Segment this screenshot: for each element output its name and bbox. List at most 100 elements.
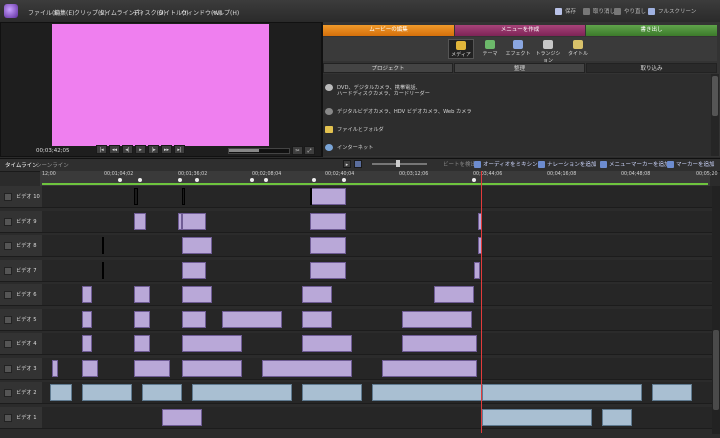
tab-edit-movie[interactable]: ムービーの編集 <box>323 25 454 36</box>
tool-transitions[interactable]: トランジション <box>535 39 561 64</box>
tool-effects[interactable]: エフェクト <box>505 39 531 59</box>
timeline-marker[interactable] <box>264 178 268 182</box>
timeline-marker[interactable] <box>250 178 254 182</box>
timeline-clip[interactable] <box>474 261 480 279</box>
track-visibility-toggle[interactable] <box>4 340 12 348</box>
timeline-marker[interactable] <box>195 178 199 182</box>
track-header[interactable]: ビデオ 2 <box>0 382 42 404</box>
media-scroll-thumb[interactable] <box>712 76 718 116</box>
source-dvd-camera[interactable]: DVD、デジタルカメラ、携帯電話、 ハードディスクカメラ、カードリーダー <box>325 84 430 97</box>
timeline-marker[interactable] <box>342 178 346 182</box>
go-start-button[interactable]: |◂ <box>96 145 107 154</box>
save-button[interactable]: 保存 <box>555 7 576 15</box>
go-end-button[interactable]: ▸| <box>174 145 185 154</box>
tab-project[interactable]: プロジェクト <box>323 63 453 73</box>
timeline-clip[interactable] <box>310 212 346 230</box>
timeline-clip[interactable] <box>402 310 472 328</box>
expand-preview-button[interactable]: ⤢ <box>304 146 315 155</box>
timeline-scroll-thumb[interactable] <box>713 330 719 410</box>
timeline-clip[interactable] <box>162 408 202 426</box>
track-visibility-toggle[interactable] <box>4 266 12 275</box>
timeline-clip[interactable] <box>310 237 346 254</box>
source-dv-camera[interactable]: デジタルビデオカメラ、HDV ビデオカメラ、Web カメラ <box>325 108 472 115</box>
timeline-clip[interactable] <box>52 359 58 377</box>
timeline-clip[interactable] <box>182 310 206 328</box>
tool-theme[interactable]: テーマ <box>477 39 503 59</box>
timeline-clip[interactable] <box>222 310 282 328</box>
menu-edit[interactable]: 編集(E) <box>54 8 74 17</box>
track-header[interactable]: ビデオ 6 <box>0 284 42 306</box>
tab-get-media[interactable]: 取り込み <box>586 63 717 73</box>
menu-help[interactable]: ヘルプ(H) <box>212 8 239 17</box>
track-lane[interactable] <box>42 333 712 355</box>
source-files-folders[interactable]: ファイルとフォルダ <box>325 126 384 133</box>
timeline-clip[interactable] <box>134 335 150 352</box>
timeline-marker[interactable] <box>472 178 476 182</box>
tab-share[interactable]: 書き出し <box>586 25 717 36</box>
track-visibility-toggle[interactable] <box>4 242 12 250</box>
tab-create-menu[interactable]: メニューを作成 <box>455 25 585 36</box>
timeline-clip[interactable] <box>182 261 206 279</box>
split-clip-button[interactable]: ✂ <box>292 146 303 155</box>
track-header[interactable]: ビデオ 10 <box>0 186 42 208</box>
timeline-clip[interactable] <box>482 384 642 401</box>
timeline-marker[interactable] <box>312 178 316 182</box>
track-visibility-toggle[interactable] <box>4 193 12 201</box>
track-header[interactable]: ビデオ 5 <box>0 308 42 331</box>
tab-timeline[interactable]: タイムライン <box>5 161 38 169</box>
fast-forward-button[interactable]: ▸▸ <box>161 145 172 154</box>
track-lane[interactable] <box>42 284 712 306</box>
track-visibility-toggle[interactable] <box>4 364 12 373</box>
track-lane[interactable] <box>42 357 712 380</box>
render-button[interactable] <box>354 160 362 168</box>
timeline-clip[interactable] <box>82 384 132 401</box>
track-header[interactable]: ビデオ 3 <box>0 357 42 380</box>
track-visibility-toggle[interactable] <box>4 315 12 324</box>
rewind-button[interactable]: ◂◂ <box>109 145 120 154</box>
track-header[interactable]: ビデオ 8 <box>0 235 42 257</box>
timeline-marker[interactable] <box>138 178 142 182</box>
timeline-clip[interactable] <box>134 212 146 230</box>
timeline-clip[interactable] <box>302 286 332 303</box>
track-visibility-toggle[interactable] <box>4 217 12 226</box>
track-header[interactable]: ビデオ 4 <box>0 333 42 355</box>
timeline-clip[interactable] <box>652 384 692 401</box>
fullscreen-button[interactable]: フルスクリーン <box>648 7 696 15</box>
track-lane[interactable] <box>42 308 712 331</box>
timeline-clip[interactable] <box>134 188 138 205</box>
timeline-clip[interactable] <box>310 188 312 205</box>
tool-media[interactable]: メディア <box>448 39 474 59</box>
timeline-clip[interactable] <box>310 188 346 205</box>
timeline-clip[interactable] <box>142 384 182 401</box>
timeline-clip[interactable] <box>102 261 104 279</box>
properties-button[interactable]: ▸ <box>343 160 351 168</box>
track-lane[interactable] <box>42 259 712 282</box>
track-header[interactable]: ビデオ 7 <box>0 259 42 282</box>
tab-organize[interactable]: 整理 <box>454 63 585 73</box>
timeline-clip[interactable] <box>182 212 206 230</box>
add-menu-marker-button[interactable]: メニューマーカーを追加 <box>600 160 670 168</box>
zoom-thumb[interactable] <box>396 160 400 167</box>
step-back-button[interactable]: ◂| <box>122 145 133 154</box>
undo-button[interactable]: 取り消し <box>583 7 615 15</box>
timeline-clip[interactable] <box>182 188 185 205</box>
track-lane[interactable] <box>42 235 712 257</box>
timeline-marker[interactable] <box>118 178 122 182</box>
timeline-clip[interactable] <box>50 384 72 401</box>
detect-beat-button[interactable]: ビートを検出 <box>443 160 476 168</box>
step-forward-button[interactable]: |▸ <box>148 145 159 154</box>
mix-audio-button[interactable]: オーディオをミキシング <box>474 160 543 168</box>
add-narration-button[interactable]: ナレーションを追加 <box>538 160 596 168</box>
tab-sceneline[interactable]: シーンライン <box>36 161 69 169</box>
track-header[interactable]: ビデオ 9 <box>0 210 42 233</box>
timeline-clip[interactable] <box>402 335 477 352</box>
source-internet[interactable]: インターネット <box>325 144 373 151</box>
timeline-clip[interactable] <box>82 335 92 352</box>
timeline-clip[interactable] <box>82 310 92 328</box>
timeline-clip[interactable] <box>134 310 150 328</box>
timeline-clip[interactable] <box>82 286 92 303</box>
timeline-clip[interactable] <box>382 359 477 377</box>
timeline-clip[interactable] <box>182 359 242 377</box>
track-lane[interactable] <box>42 210 712 233</box>
timeline-clip[interactable] <box>134 286 150 303</box>
